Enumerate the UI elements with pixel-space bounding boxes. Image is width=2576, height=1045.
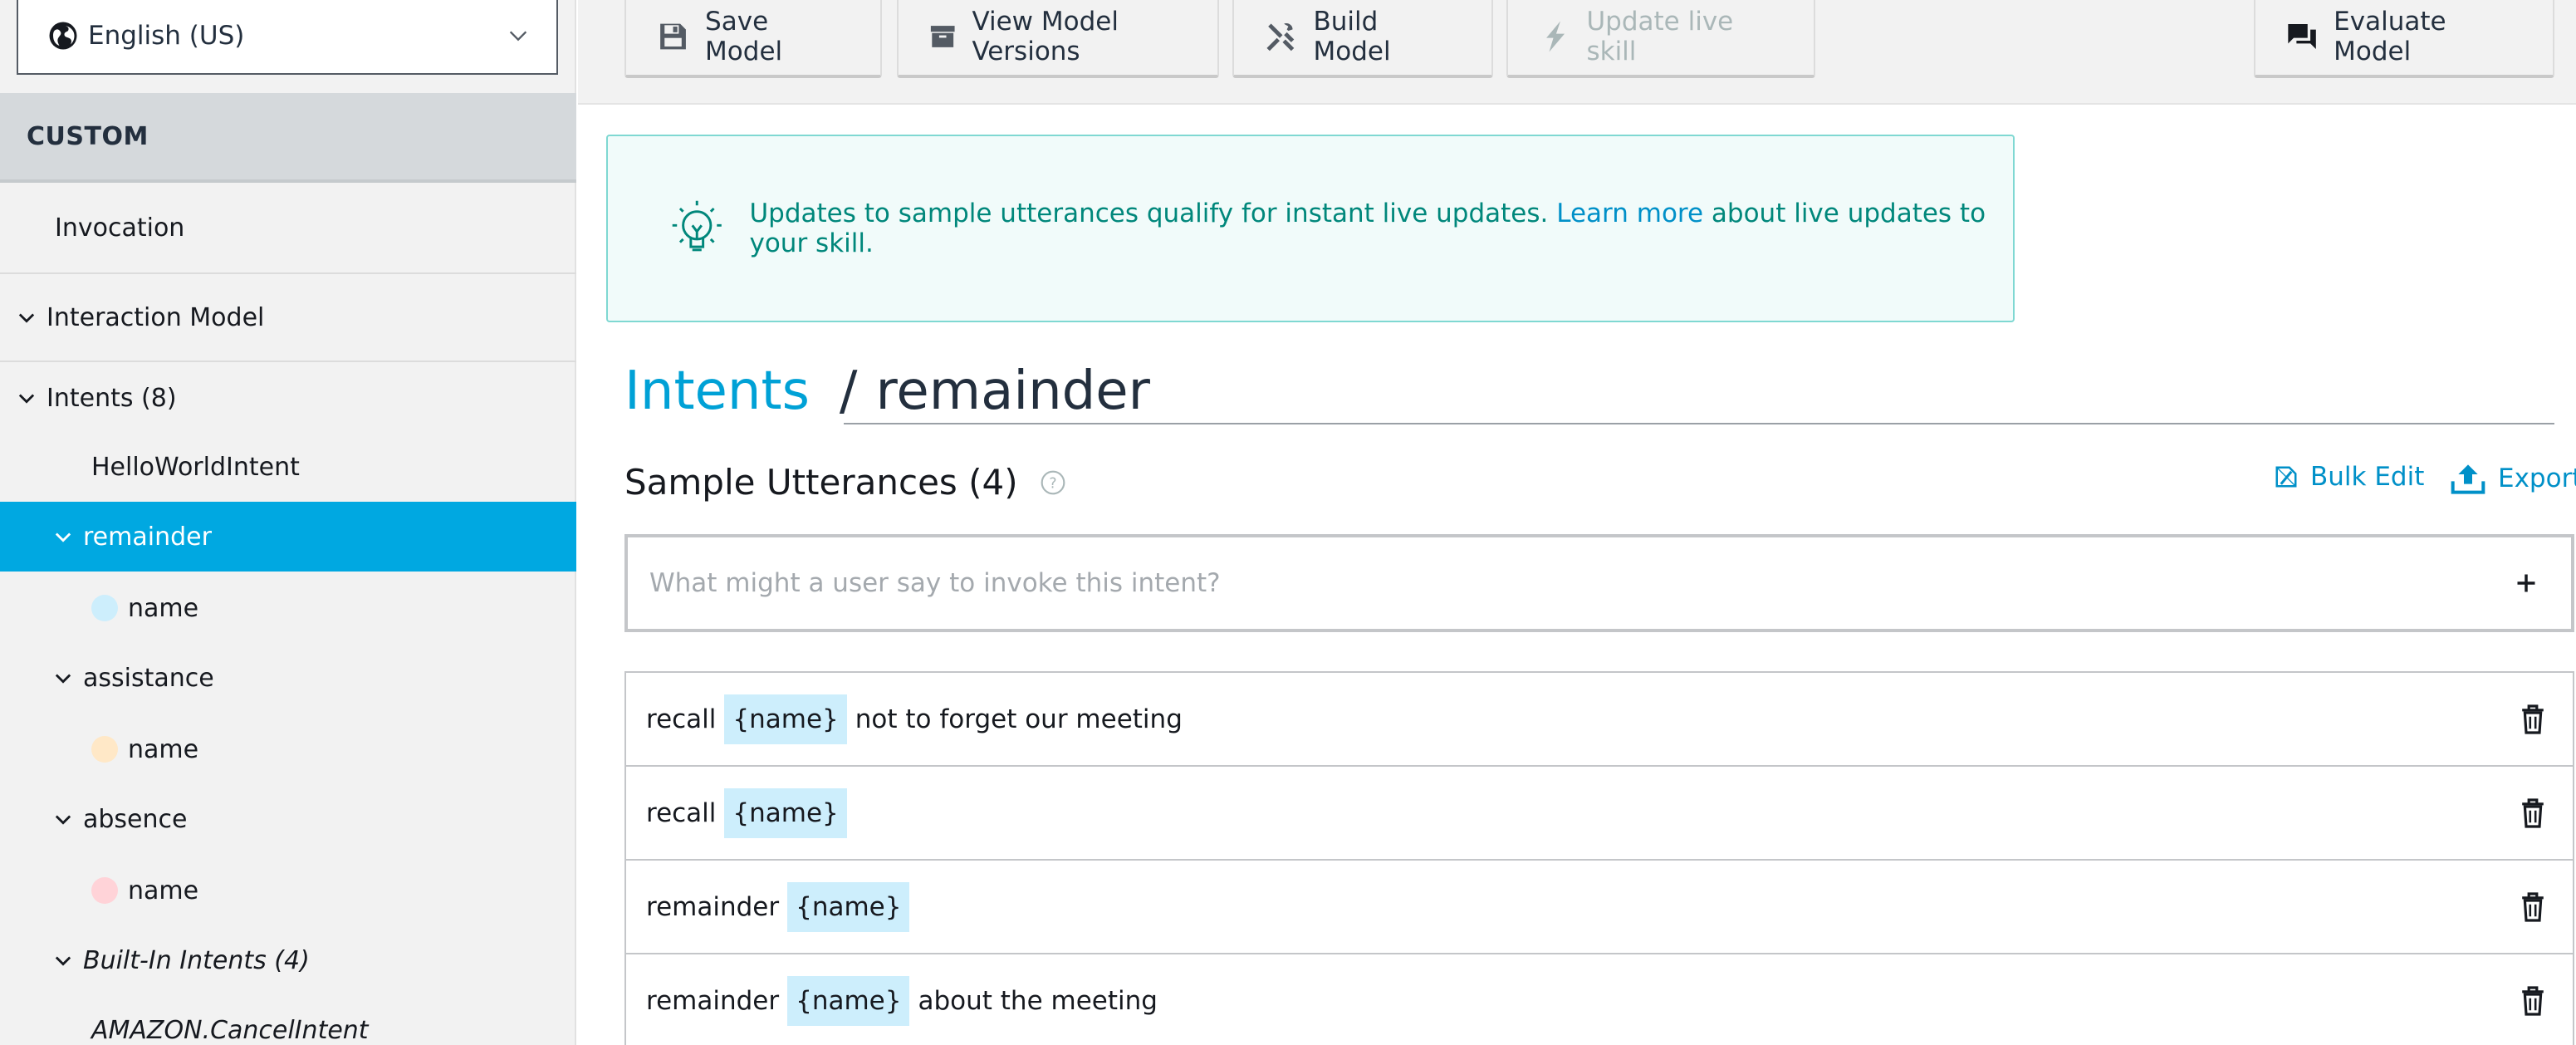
sidebar-item-label: name (128, 734, 199, 764)
utterance-text: remainder (646, 985, 780, 1016)
utterance-text: remainder (646, 891, 780, 922)
intent-name-title[interactable]: remainder (875, 361, 1150, 422)
language-select[interactable]: English (US) (17, 0, 558, 75)
add-utterance-button[interactable] (2501, 558, 2551, 608)
sidebar-item-cancelintent[interactable]: AMAZON.CancelIntent (0, 995, 576, 1045)
sidebar-item-label: Built-In Intents (4) (83, 945, 310, 975)
build-model-button[interactable]: Build Model (1232, 0, 1493, 78)
chevron-down-icon (509, 31, 527, 42)
sidebar-item-builtin-intents[interactable]: Built-In Intents (4) (0, 925, 576, 995)
custom-section-header: CUSTOM (0, 93, 576, 183)
upload-icon (2451, 464, 2485, 494)
sidebar-item-label: AMAZON.CancelIntent (91, 1015, 369, 1045)
utterance-row[interactable]: recall {name} (626, 767, 2573, 861)
sidebar-item-intents[interactable]: Intents (8) (0, 366, 576, 430)
help-icon[interactable]: ? (1040, 469, 1066, 496)
bulk-edit-icon (2275, 466, 2297, 488)
bulk-edit-label: Bulk Edit (2310, 462, 2425, 492)
sidebar-item-absence[interactable]: absence (0, 784, 576, 854)
export-button[interactable]: Export (2450, 462, 2576, 495)
sidebar-item-interaction-model[interactable]: Interaction Model (0, 274, 576, 362)
globe-icon (49, 22, 77, 50)
export-label: Export (2498, 464, 2576, 493)
chevron-down-icon (55, 956, 71, 966)
sidebar-item-remainder[interactable]: remainder (0, 502, 576, 572)
trash-icon[interactable] (2520, 984, 2546, 1018)
sidebar-item-label: HelloWorldIntent (91, 452, 300, 482)
save-model-button[interactable]: Save Model (624, 0, 882, 78)
utterance-list: recall {name} not to forget our meeting … (624, 671, 2574, 1045)
lightning-icon (1546, 21, 1565, 52)
utterance-text: recall (646, 797, 717, 828)
view-model-versions-button[interactable]: View Model Versions (897, 0, 1219, 78)
sidebar-item-label: remainder (83, 522, 212, 552)
sidebar-item-label: Invocation (55, 213, 185, 243)
slot-color-dot (91, 877, 118, 904)
sidebar-item-label: assistance (83, 663, 214, 693)
chevron-down-icon (55, 674, 71, 684)
breadcrumb-separator: / (839, 361, 858, 422)
sidebar-slot-assistance-name[interactable]: name (0, 714, 576, 784)
utterance-text: about the meeting (918, 985, 1158, 1016)
banner-text-before: Updates to sample utterances qualify for… (749, 199, 1549, 228)
slot-chip[interactable]: {name} (787, 881, 910, 932)
trash-icon[interactable] (2520, 797, 2546, 830)
bulk-edit-button[interactable]: Bulk Edit (2274, 462, 2424, 492)
archive-icon (930, 26, 955, 47)
sidebar-item-assistance[interactable]: assistance (0, 643, 576, 713)
build-model-label: Build Model (1313, 7, 1391, 66)
utterance-row[interactable]: recall {name} not to forget our meeting (626, 673, 2573, 767)
live-update-banner: Updates to sample utterances qualify for… (606, 135, 2015, 322)
toolbar: Save Model View Model Versions Build Mod… (578, 0, 2576, 105)
sample-utterances-title: Sample Utterances (4) (624, 462, 1018, 503)
evaluate-model-button[interactable]: Evaluate Model (2254, 0, 2554, 78)
evaluate-model-label: Evaluate Model (2334, 7, 2446, 66)
sidebar-item-helloworldintent[interactable]: HelloWorldIntent (0, 432, 576, 502)
sidebar-item-label: name (128, 593, 199, 623)
sidebar-item-label: Intents (8) (47, 383, 177, 413)
sidebar-item-label: Interaction Model (47, 302, 265, 332)
utterance-text: recall (646, 704, 717, 734)
sidebar-item-invocation[interactable]: Invocation (0, 183, 576, 274)
tools-icon (1266, 22, 1295, 52)
sidebar-item-label: name (128, 876, 199, 905)
slot-chip[interactable]: {name} (724, 694, 847, 744)
sidebar-item-label: absence (83, 804, 188, 834)
sample-utterances-heading: Sample Utterances (4) ? (624, 462, 1066, 503)
plus-icon (2517, 574, 2535, 592)
save-model-label: Save Model (705, 7, 783, 66)
utterance-row[interactable]: remainder {name} about the meeting (626, 954, 2573, 1045)
slot-chip[interactable]: {name} (787, 975, 910, 1026)
slot-chip[interactable]: {name} (724, 787, 847, 838)
utterance-input[interactable] (649, 568, 2501, 598)
update-live-skill-label: Update live skill (1586, 7, 1734, 66)
trash-icon[interactable] (2520, 890, 2546, 924)
breadcrumb: Intents / remainder (624, 352, 1150, 422)
trash-icon[interactable] (2520, 703, 2546, 736)
lightbulb-icon (672, 200, 722, 252)
chevron-down-icon (55, 815, 71, 825)
language-label: English (US) (88, 21, 245, 51)
slot-color-dot (91, 595, 118, 621)
breadcrumb-intents-link[interactable]: Intents (624, 361, 810, 422)
sidebar-slot-remainder-name[interactable]: name (0, 573, 576, 643)
utterance-input-box (624, 534, 2574, 632)
learn-more-link[interactable]: Learn more (1556, 199, 1703, 228)
utterance-row[interactable]: remainder {name} (626, 861, 2573, 954)
save-icon (660, 23, 686, 50)
chevron-down-icon (55, 532, 71, 542)
svg-text:?: ? (1049, 475, 1056, 492)
utterance-text: not to forget our meeting (855, 704, 1183, 734)
sidebar-slot-absence-name[interactable]: name (0, 856, 576, 925)
title-underline (844, 423, 2554, 424)
banner-text: Updates to sample utterances qualify for… (749, 199, 2013, 258)
view-model-versions-label: View Model Versions (972, 7, 1119, 66)
sidebar: English (US) CUSTOM Invocation Interacti… (0, 0, 576, 1045)
slot-color-dot (91, 736, 118, 763)
chat-icon (2288, 23, 2316, 50)
chevron-down-icon (18, 394, 35, 404)
update-live-skill-button[interactable]: Update live skill (1506, 0, 1815, 78)
chevron-down-icon (18, 313, 35, 323)
